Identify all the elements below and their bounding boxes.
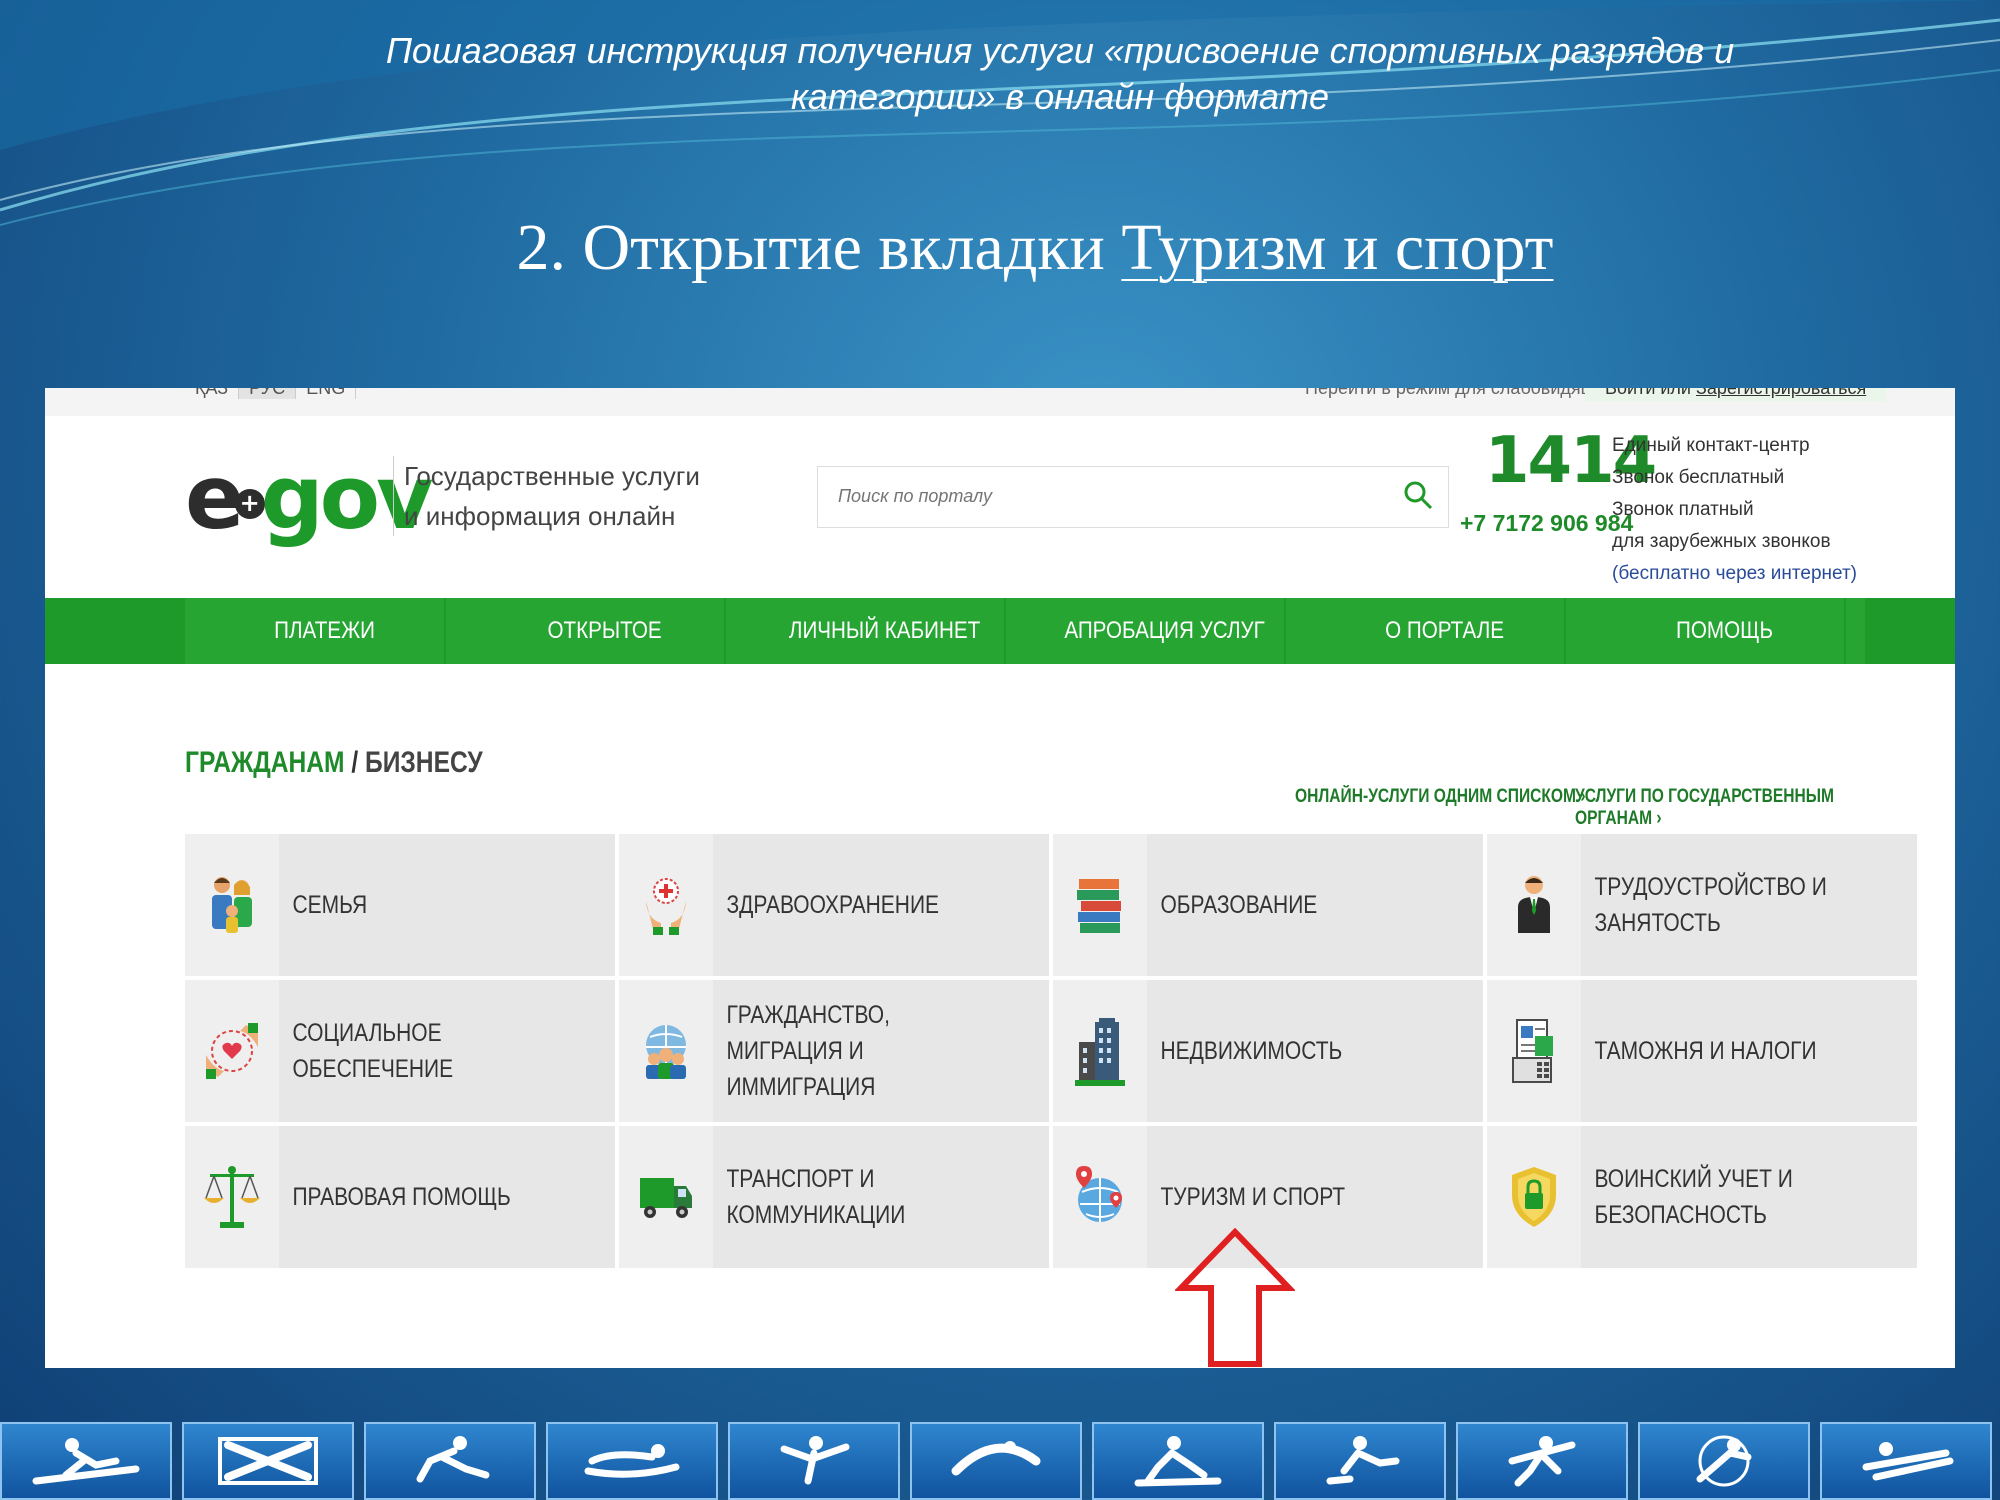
category-military-security[interactable]: ВОИНСКИЙ УЧЕТ И БЕЗОПАСНОСТЬ: [1487, 1126, 1917, 1268]
tagline-line1: Государственные услуги: [404, 461, 700, 491]
slide-title: Пошаговая инструкция получения услуги «п…: [250, 28, 1870, 120]
tagline-line2: и информация онлайн: [404, 501, 676, 531]
language-switcher: ҚАЗ РУС ENG: [185, 388, 357, 399]
books-icon: [1077, 879, 1121, 933]
login-link[interactable]: Войти или: [1605, 388, 1691, 398]
category-label: ВОИНСКИЙ УЧЕТ И БЕЗОПАСНОСТЬ: [1594, 1165, 1793, 1229]
nav-open-government[interactable]: ОТКРЫТОЕ ПРАВИТЕЛЬСТВО: [485, 598, 726, 710]
social-care-icon: [206, 1023, 258, 1079]
category-transport[interactable]: ТРАНСПОРТ И КОММУНИКАЦИИ: [619, 1126, 1049, 1268]
family-icon: [212, 877, 252, 933]
contact-line: (бесплатно через интернет): [1612, 563, 1857, 584]
luge-icon: [546, 1422, 718, 1500]
contact-info: Единый контакт-центр Звонок бесплатный З…: [1612, 430, 1857, 590]
category-healthcare[interactable]: ЗДРАВООХРАНЕНИЕ: [619, 834, 1049, 976]
site-header: e+gov Государственные услуги и информаци…: [45, 416, 1955, 586]
freestyle-icon: [1638, 1422, 1810, 1500]
slide-title-line2: категории» в онлайн формате: [790, 76, 1330, 117]
category-label: СЕМЬЯ: [292, 891, 368, 919]
biathlon-icon: [1456, 1422, 1628, 1500]
top-strip: ҚАЗ РУС ENG Перейти в режим для слабовид…: [45, 388, 1955, 416]
category-label: СОЦИАЛЬНОЕ ОБЕСПЕЧЕНИЕ: [292, 1019, 454, 1083]
slide-heading: 2. Открытие вкладки Туризм и спорт: [0, 210, 2000, 286]
category-label: ТУРИЗМ И СПОРТ: [1160, 1183, 1346, 1211]
category-real-estate[interactable]: НЕДВИЖИМОСТЬ: [1053, 980, 1483, 1122]
nav-personal-account[interactable]: ЛИЧНЫЙ КАБИНЕТ: [765, 598, 1006, 664]
logo-e: e: [185, 446, 245, 549]
healthcare-icon: [646, 878, 686, 935]
category-employment[interactable]: ТРУДОУСТРОЙСТВО И ЗАНЯТОСТЬ: [1487, 834, 1917, 976]
globe-people-icon: [646, 1025, 686, 1079]
site-tagline: Государственные услуги и информация онла…: [393, 456, 700, 536]
main-nav: ПЛАТЕЖИ ОТКРЫТОЕ ПРАВИТЕЛЬСТВО ЛИЧНЫЙ КА…: [45, 598, 1955, 710]
egov-screenshot: ҚАЗ РУС ENG Перейти в режим для слабовид…: [45, 388, 1955, 1368]
category-label: ПРАВОВАЯ ПОМОЩЬ: [292, 1183, 511, 1211]
bobsleigh-icon: [1820, 1422, 1992, 1500]
lang-rus[interactable]: РУС: [239, 388, 297, 399]
register-link[interactable]: Зарегистрироваться: [1696, 388, 1866, 398]
figure-skating-icon: [728, 1422, 900, 1500]
category-customs-taxes[interactable]: ТАМОЖНЯ И НАЛОГИ: [1487, 980, 1917, 1122]
category-legal-help[interactable]: ПРАВОВАЯ ПОМОЩЬ: [185, 1126, 615, 1268]
lang-eng[interactable]: ENG: [296, 388, 357, 399]
search-input[interactable]: [818, 467, 1400, 525]
cross-country-icon: [1092, 1422, 1264, 1500]
search-icon[interactable]: [1402, 479, 1434, 511]
audience-separator: /: [344, 746, 366, 779]
category-family[interactable]: СЕМЬЯ: [185, 834, 615, 976]
phone-long: +7 7172 906 984: [1460, 510, 1634, 536]
nav-about[interactable]: О ПОРТАЛЕ: [1325, 598, 1566, 664]
category-label: ТРАНСПОРТ И КОММУНИКАЦИИ: [726, 1165, 906, 1229]
tab-citizens[interactable]: ГРАЖДАНАМ: [185, 746, 345, 779]
speed-skating-icon: [364, 1422, 536, 1500]
audience-switch: ГРАЖДАНАМ / БИЗНЕСУ: [185, 746, 483, 780]
category-label: ГРАЖДАНСТВО, МИГРАЦИЯ И ИММИГРАЦИЯ: [726, 1001, 890, 1101]
link-by-agency[interactable]: УСЛУГИ ПО ГОСУДАРСТВЕННЫМ ОРГАНАМ ›: [1575, 786, 1887, 830]
contact-line: Звонок бесплатный: [1612, 467, 1785, 488]
globe-pin-icon: [1076, 1166, 1122, 1222]
red-arrow-up-icon: [1175, 1228, 1295, 1367]
category-label: ТАМОЖНЯ И НАЛОГИ: [1594, 1037, 1817, 1065]
skeleton-icon: [182, 1422, 354, 1500]
snowboard-icon: [910, 1422, 1082, 1500]
impaired-mode-link[interactable]: Перейти в режим для слабовидящих: [1305, 388, 1615, 399]
employee-icon: [1518, 876, 1550, 933]
category-education[interactable]: ОБРАЗОВАНИЕ: [1053, 834, 1483, 976]
documents-icon: [1512, 1019, 1553, 1083]
lang-kaz[interactable]: ҚАЗ: [185, 388, 240, 399]
category-label: ЗДРАВООХРАНЕНИЕ: [726, 891, 940, 919]
ski-jump-icon: [0, 1422, 172, 1500]
contact-line: для зарубежных звонков: [1612, 531, 1831, 552]
category-citizenship[interactable]: ГРАЖДАНСТВО, МИГРАЦИЯ И ИММИГРАЦИЯ: [619, 980, 1049, 1122]
nav-help[interactable]: ПОМОЩЬ: [1605, 598, 1846, 664]
sport-pictogram-strip: [0, 1422, 2000, 1500]
category-label: ТРУДОУСТРОЙСТВО И ЗАНЯТОСТЬ: [1594, 873, 1827, 937]
tab-business[interactable]: БИЗНЕСУ: [365, 746, 483, 779]
contact-line: Звонок платный: [1612, 499, 1754, 520]
slide-heading-prefix: 2. Открытие вкладки: [516, 211, 1122, 284]
slide-heading-link[interactable]: Туризм и спорт: [1121, 211, 1553, 284]
link-all-services[interactable]: ОНЛАЙН-УСЛУГИ ОДНИМ СПИСКОМ ›: [1295, 786, 1586, 808]
contact-line: Единый контакт-центр: [1612, 435, 1810, 456]
nav-service-testing[interactable]: АПРОБАЦИЯ УСЛУГ: [1045, 598, 1286, 664]
shield-lock-icon: [1512, 1167, 1556, 1227]
truck-icon: [640, 1178, 692, 1218]
login-area: Войти или Зарегистрироваться: [1585, 388, 1887, 401]
ice-hockey-icon: [1274, 1422, 1446, 1500]
category-label: ОБРАЗОВАНИЕ: [1160, 891, 1318, 919]
scales-icon: [204, 1166, 260, 1228]
category-social[interactable]: СОЦИАЛЬНОЕ ОБЕСПЕЧЕНИЕ: [185, 980, 615, 1122]
category-grid: СЕМЬЯ ЗДРАВООХРАНЕНИЕ ОБРАЗОВАНИЕ ТРУДОУ…: [185, 834, 1917, 1268]
category-label: НЕДВИЖИМОСТЬ: [1160, 1037, 1343, 1065]
nav-payments[interactable]: ПЛАТЕЖИ: [205, 598, 446, 664]
slide-title-line1: Пошаговая инструкция получения услуги «п…: [385, 30, 1735, 71]
search-box: [817, 466, 1449, 528]
buildings-icon: [1075, 1018, 1125, 1086]
